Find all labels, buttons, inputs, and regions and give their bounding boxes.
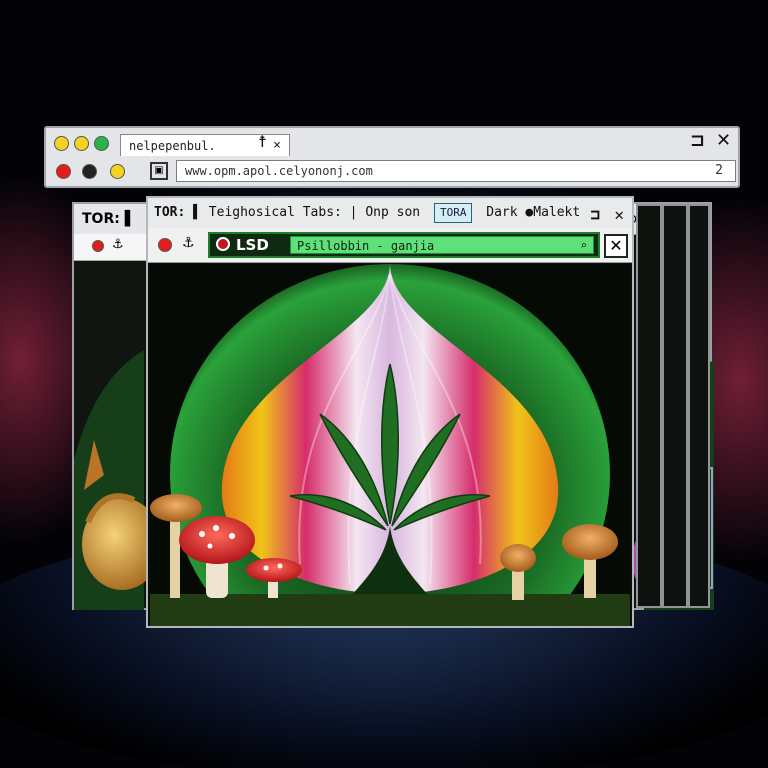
address-bar[interactable]: www.opm.apol.celyononj.com 2 <box>176 160 736 182</box>
bg-anchor-icon[interactable]: ⚓ <box>112 237 124 252</box>
front-close-button[interactable]: ✕ <box>614 200 624 230</box>
page-icon[interactable]: ▣ <box>150 162 168 180</box>
lsd-label: LSD <box>236 236 269 254</box>
background-window-title: TOR: ▌ <box>82 211 136 227</box>
front-browser-window: TOR: ▌ Teighosical Tabs: | Onp son TORA … <box>146 196 634 628</box>
front-window-title-prefix: TOR: ▌ <box>154 205 201 220</box>
bg-record-dot[interactable] <box>92 240 104 252</box>
tab-extra-icon[interactable]: ☨ <box>258 132 267 151</box>
front-anchor-icon[interactable]: ⚓ <box>182 235 195 251</box>
tor-badge[interactable]: TORA <box>433 203 473 223</box>
search-icon[interactable]: ⌕ <box>580 237 587 255</box>
front-record-dot[interactable] <box>158 238 172 252</box>
window-close-button[interactable]: ✕ <box>716 130 731 151</box>
toolbar-yellow-dot[interactable] <box>110 164 125 179</box>
front-window-title: Teighosical Tabs: | Onp son <box>208 205 421 220</box>
front-window-titlebar: TOR: ▌ Teighosical Tabs: | Onp son TORA … <box>148 198 632 228</box>
outer-browser-window: nelpepenbul. × ☨ ⊐ ✕ ▣ www.opm.apol.cely… <box>44 126 740 188</box>
grass-floor <box>150 594 630 626</box>
red-onion-icon <box>216 237 230 251</box>
window-zoom-dot[interactable] <box>74 136 89 151</box>
window-minimize-dot[interactable] <box>54 136 69 151</box>
url-text: www.opm.apol.celyononj.com <box>185 164 373 178</box>
front-minimize-button[interactable]: ⊐ <box>590 200 600 230</box>
toolbar-red-dot[interactable] <box>56 164 71 179</box>
background-window-toolbar: ⚓ <box>74 234 154 261</box>
tab-title: nelpepenbul. <box>129 139 216 153</box>
stacked-window-edge-2 <box>662 204 688 608</box>
lsd-search-bar: LSD Psillobbin - ganjia ⌕ <box>208 232 600 258</box>
stacked-window-edge-3 <box>688 204 710 608</box>
toolbar-dark-dot[interactable] <box>82 164 97 179</box>
stacked-window-edge-1 <box>636 204 662 608</box>
onion-artwork <box>150 264 630 626</box>
search-close-button[interactable]: ✕ <box>604 234 628 258</box>
window-minimize-button[interactable]: ⊐ <box>690 130 705 151</box>
url-trailing-number: 2 <box>715 163 723 178</box>
tab-close-icon[interactable]: × <box>273 135 281 157</box>
front-window-title-suffix: Dark ●Malekt <box>486 205 581 220</box>
search-input[interactable]: Psillobbin - ganjia ⌕ <box>290 236 594 254</box>
window-fullscreen-dot[interactable] <box>94 136 109 151</box>
search-input-value: Psillobbin - ganjia <box>297 239 435 253</box>
